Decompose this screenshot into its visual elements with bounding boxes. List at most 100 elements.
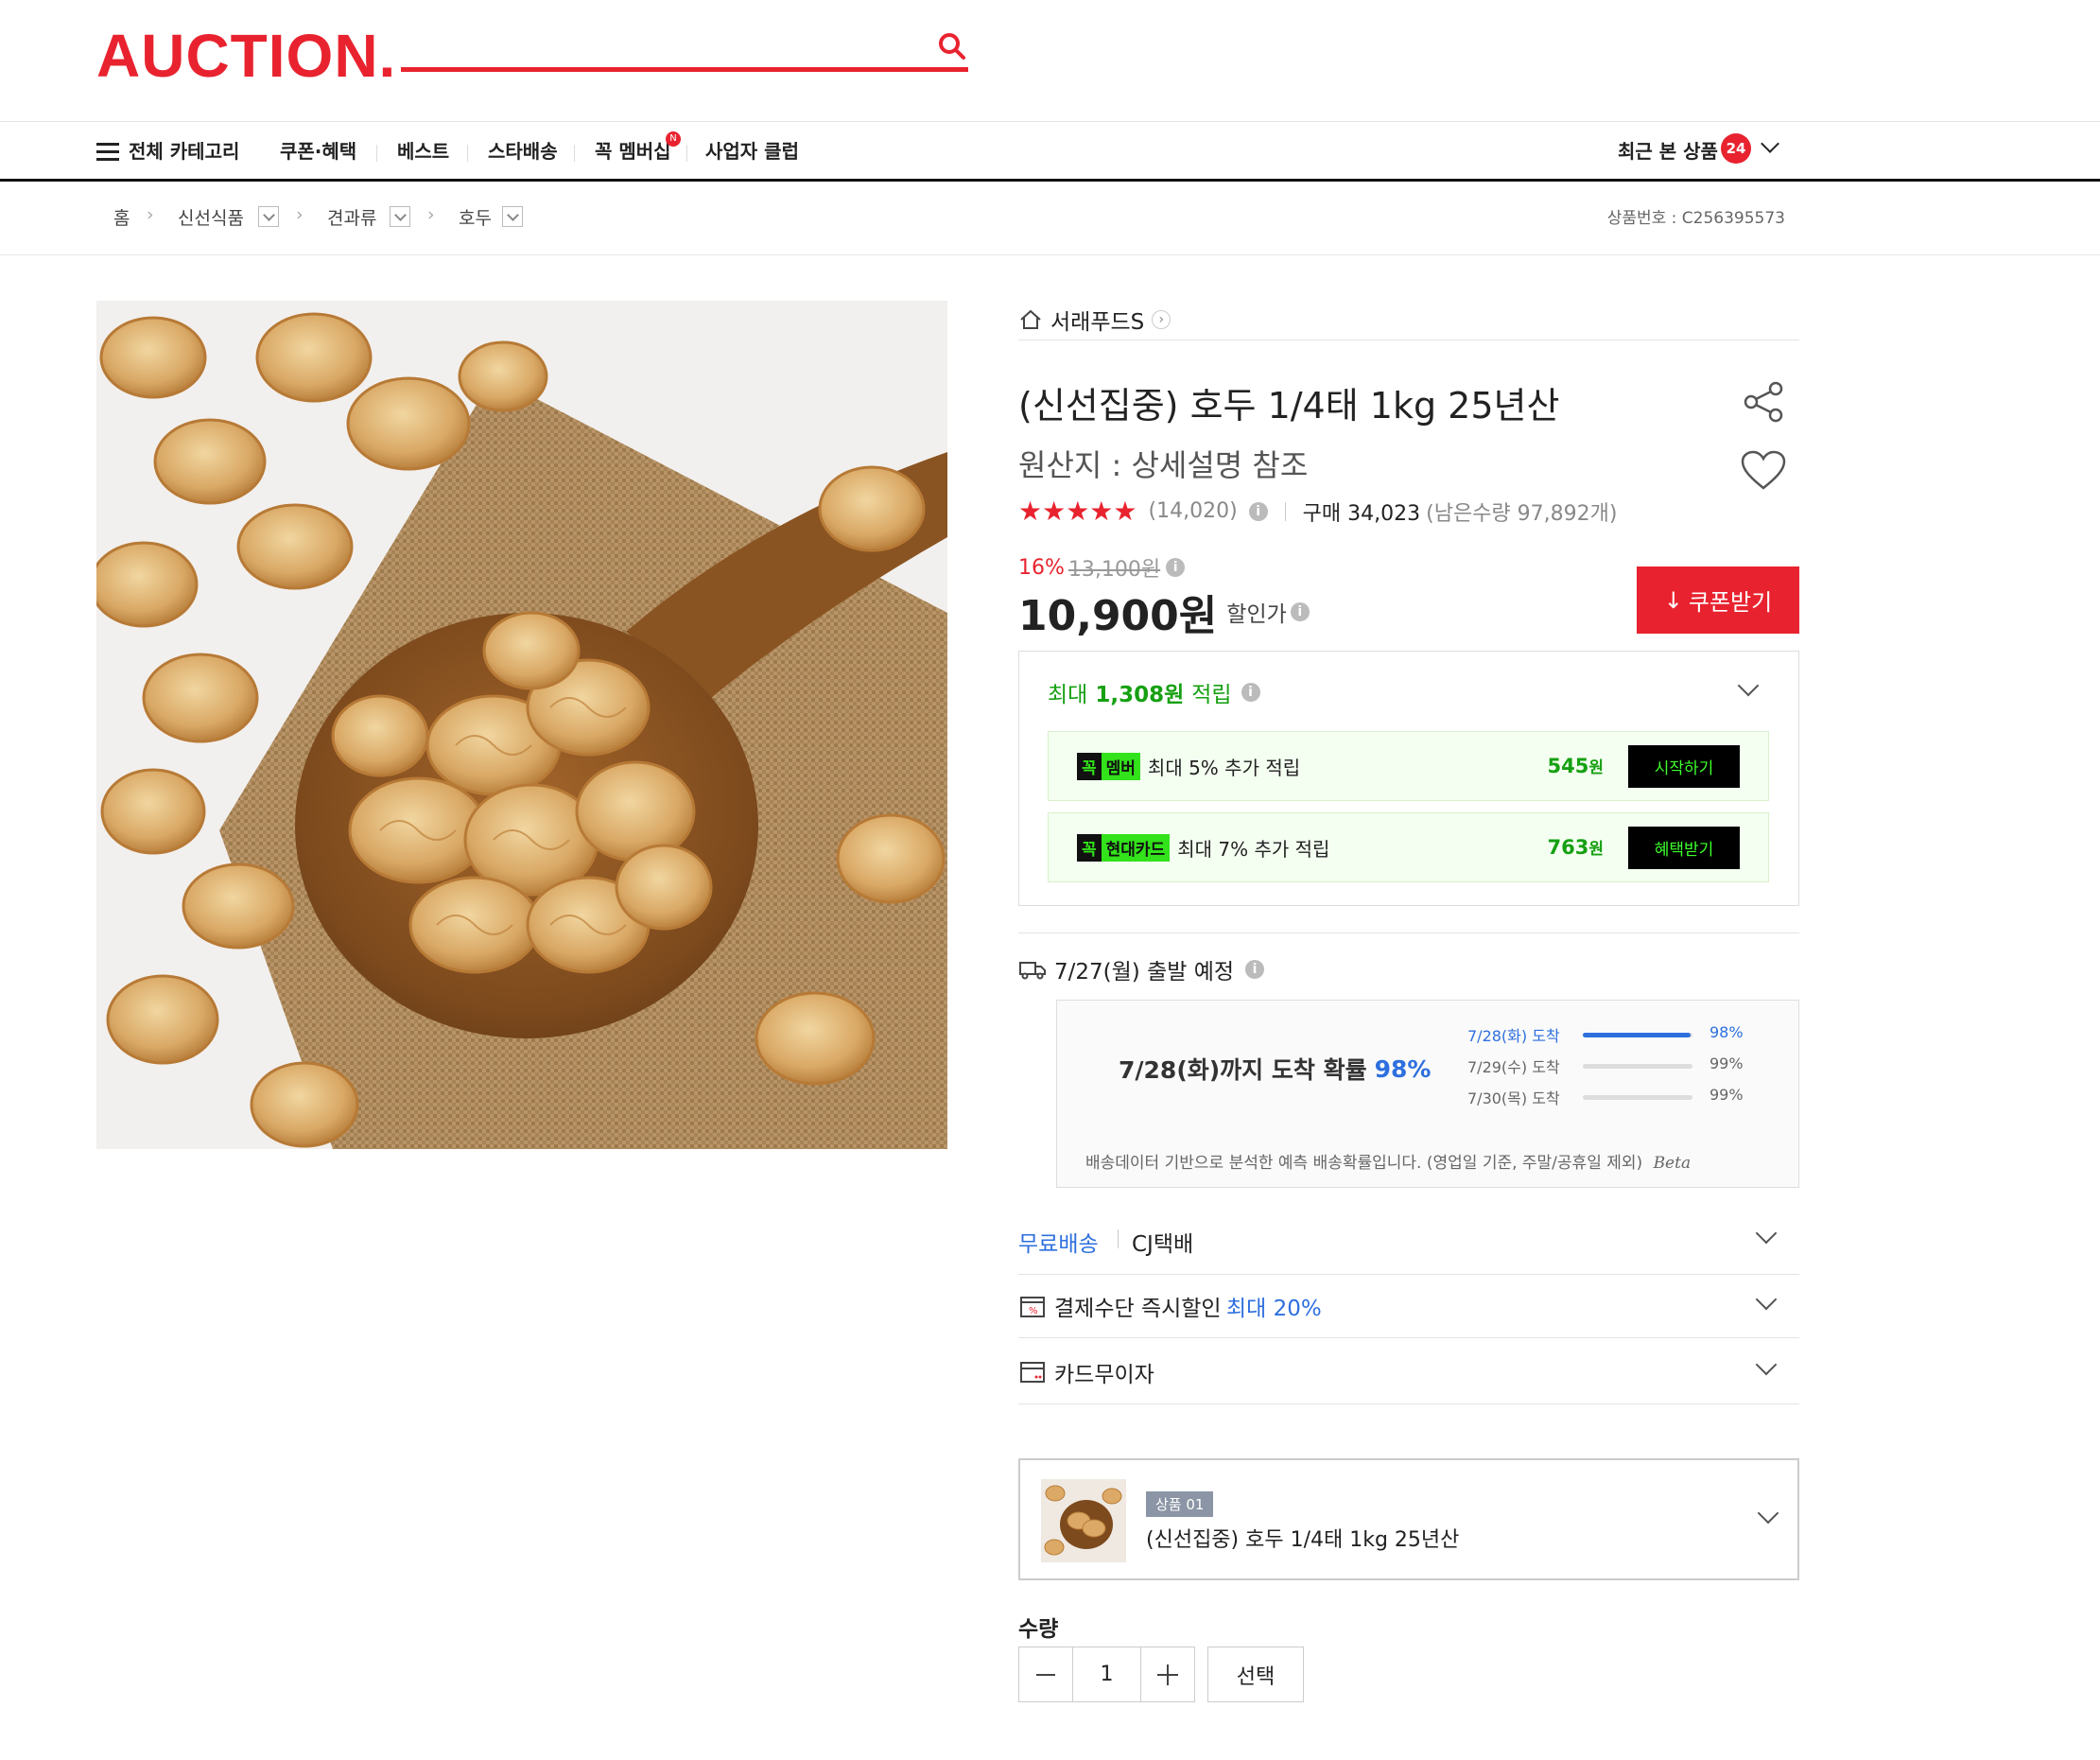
shipping-fee-row[interactable]: 무료배송 CJ택배	[1018, 1209, 1799, 1275]
remaining-stock: (남은수량 97,892개)	[1426, 501, 1618, 526]
nav-all-category[interactable]: 전체 카테고리	[129, 136, 239, 164]
chevron-down-icon[interactable]	[1755, 1353, 1778, 1376]
download-icon: ↓	[1663, 586, 1683, 614]
select-button[interactable]: 선택	[1207, 1647, 1304, 1702]
seller-link[interactable]: 서래푸드S ›	[1018, 299, 1799, 340]
delivery-probability-panel: 7/28(화)까지 도착 확률 98% 7/28(화) 도착 98% 7/29(수)…	[1056, 1000, 1799, 1188]
info-icon[interactable]: i	[1290, 602, 1310, 621]
probability-bar	[1583, 1033, 1692, 1037]
chevron-right-icon[interactable]: ›	[1152, 309, 1171, 329]
auction-logo[interactable]: AUCTION.	[96, 21, 396, 91]
breadcrumb-walnut[interactable]: 호두	[459, 204, 492, 230]
payment-discount-row[interactable]: % 결제수단 즉시할인 최대 20%	[1018, 1275, 1799, 1338]
badge-kkok: 꼭	[1077, 752, 1102, 780]
chevron-down-icon[interactable]	[1755, 1288, 1778, 1311]
info-icon[interactable]: i	[1248, 501, 1268, 521]
delivery-pct: 98%	[1710, 1023, 1744, 1041]
product-title: (신선집중) 호두 1/4태 1kg 25년산	[1018, 385, 1560, 427]
share-icon[interactable]	[1742, 380, 1785, 424]
delivery-pct: 99%	[1710, 1054, 1744, 1072]
badge-member: 멤버	[1101, 752, 1140, 780]
origin-text: 원산지 : 상세설명 참조	[1018, 447, 1309, 483]
installment-row[interactable]: 카드무이자	[1018, 1338, 1799, 1404]
breadcrumb-home[interactable]: 홈	[113, 204, 130, 230]
info-icon[interactable]: i	[1241, 683, 1260, 702]
divider	[1118, 1229, 1119, 1248]
option-tag: 상품 01	[1146, 1491, 1214, 1517]
beta-label: Beta	[1653, 1154, 1692, 1173]
probability-bar	[1583, 1064, 1692, 1069]
payment-icon: %	[1020, 1297, 1045, 1317]
rating-row: ★★★★★ (14,020) i 구매 34,023 (남은수량 97,892개…	[1018, 496, 1799, 527]
increase-button[interactable]	[1140, 1647, 1195, 1702]
breadcrumb-dropdown[interactable]	[390, 206, 410, 227]
carrier-label: CJ택배	[1132, 1232, 1194, 1257]
rating-stars: ★★★★★	[1018, 496, 1137, 527]
quantity-stepper[interactable]: 1	[1072, 1647, 1141, 1702]
breadcrumb-nuts[interactable]: 견과류	[327, 204, 376, 230]
seller-name[interactable]: 서래푸드S	[1050, 304, 1144, 336]
nav-star-delivery[interactable]: 스타배송	[488, 136, 558, 164]
walnut-photo	[96, 301, 947, 1149]
chevron-down-icon[interactable]	[1737, 674, 1760, 697]
start-membership-button[interactable]: 시작하기	[1628, 745, 1740, 788]
coupon-button-label: 쿠폰받기	[1688, 589, 1773, 616]
minus-icon	[1036, 1673, 1055, 1676]
benefit-amount: 763	[1547, 836, 1589, 859]
benefit-unit: 원	[1588, 758, 1604, 777]
card-benefit: 꼭 현대카드 최대 7% 추가 적립 763원 혜택받기	[1048, 812, 1769, 882]
benefit-value: 763원	[1548, 835, 1604, 859]
benefit-amount: 545	[1547, 755, 1589, 777]
recent-products-label[interactable]: 최근 본 상품	[1618, 136, 1718, 164]
truck-icon	[1019, 962, 1046, 980]
search-icon[interactable]	[936, 30, 968, 62]
original-price: 13,100원	[1067, 558, 1161, 582]
home-icon	[1020, 309, 1041, 329]
discount-rate: 16%	[1018, 555, 1065, 580]
max-points[interactable]: 최대 1,308원 적립 i	[1048, 676, 1260, 708]
decrease-button[interactable]	[1018, 1647, 1073, 1702]
review-count[interactable]: (14,020)	[1149, 499, 1238, 523]
coupon-button[interactable]: ↓ 쿠폰받기	[1637, 566, 1799, 634]
product-image[interactable]	[96, 301, 947, 1149]
delivery-note: 배송데이터 기반으로 분석한 예측 배송확률입니다. (영업일 기준, 주말/공…	[1085, 1149, 1691, 1173]
get-benefit-button[interactable]: 혜택받기	[1628, 827, 1740, 869]
points-prefix: 최대	[1048, 683, 1088, 707]
badge-hyundai-card: 현대카드	[1101, 833, 1171, 862]
probability-bar	[1583, 1095, 1692, 1100]
search-input[interactable]	[401, 67, 968, 72]
nav-best[interactable]: 베스트	[397, 136, 449, 164]
payment-label: 결제수단 즉시할인	[1054, 1297, 1222, 1321]
heart-icon[interactable]	[1740, 450, 1787, 492]
breadcrumb-separator: ›	[427, 204, 435, 225]
delivery-pct: 99%	[1710, 1086, 1744, 1104]
breadcrumb-fresh-food[interactable]: 신선식품	[178, 204, 244, 230]
note-text: 배송데이터 기반으로 분석한 예측 배송확률입니다. (영업일 기준, 주말/공…	[1085, 1154, 1643, 1173]
option-selector[interactable]: 상품 01 (신선집중) 호두 1/4태 1kg 25년산	[1018, 1458, 1799, 1580]
nav-coupon[interactable]: 쿠폰·혜택	[280, 136, 356, 164]
divider	[1284, 501, 1286, 521]
menu-icon[interactable]	[96, 142, 119, 163]
breadcrumb: 홈 › 신선식품 › 견과류 › 호두 상품번호 : C256395573	[0, 183, 2100, 255]
points-panel: 최대 1,308원 적립 i 꼭 멤버 최대 5% 추가 적립 545원 시작하…	[1018, 651, 1799, 906]
departure-text: 7/27(월) 출발 예정	[1054, 960, 1235, 985]
info-icon[interactable]: i	[1245, 960, 1265, 979]
option-name: (신선집중) 호두 1/4태 1kg 25년산	[1146, 1528, 1460, 1552]
delivery-date: 7/29(수) 도착	[1467, 1058, 1560, 1076]
breadcrumb-dropdown[interactable]	[502, 206, 523, 227]
main-nav: 전체 카테고리 쿠폰·혜택 베스트 스타배송 꼭 멤버십 N 사업자 클럽 최근…	[0, 121, 2100, 182]
info-icon[interactable]: i	[1166, 558, 1186, 577]
nav-business-club[interactable]: 사업자 클럽	[705, 136, 799, 164]
chevron-down-icon[interactable]	[1757, 1502, 1779, 1525]
card-icon	[1020, 1362, 1045, 1383]
option-thumbnail	[1041, 1479, 1126, 1562]
delivery-headline: 7/28(화)까지 도착 확률 98%	[1119, 1052, 1431, 1086]
chevron-down-icon[interactable]	[1761, 134, 1779, 153]
membership-benefit: 꼭 멤버 최대 5% 추가 적립 545원 시작하기	[1048, 731, 1769, 801]
headline-pct: 98%	[1374, 1054, 1432, 1083]
nav-membership[interactable]: 꼭 멤버십	[595, 136, 671, 164]
divider	[1018, 932, 1799, 933]
breadcrumb-dropdown[interactable]	[258, 206, 279, 227]
chevron-down-icon[interactable]	[1755, 1222, 1778, 1245]
points-amount: 1,308원	[1095, 683, 1185, 707]
